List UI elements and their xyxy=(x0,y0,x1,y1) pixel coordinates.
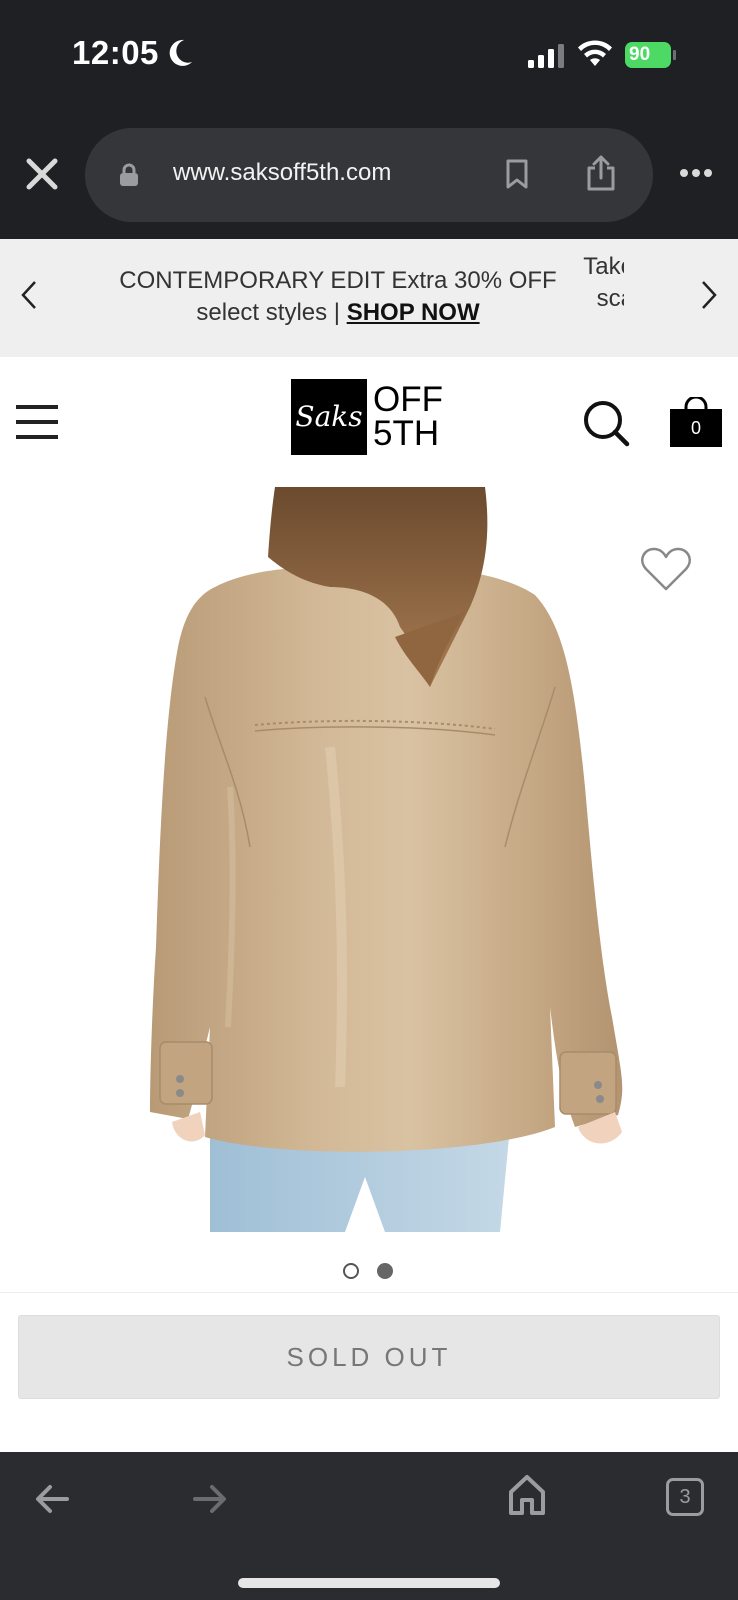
search-icon[interactable] xyxy=(582,399,630,447)
browser-address-bar: www.saksoff5th.com xyxy=(0,120,738,239)
forward-arrow-icon[interactable] xyxy=(192,1482,228,1516)
promo-line-2: select styles | SHOP NOW xyxy=(118,297,558,329)
site-header: Saks OFF 5TH 0 xyxy=(0,357,738,487)
promo-next-line-1: Take xyxy=(583,253,624,280)
product-image-carousel[interactable] xyxy=(0,487,738,1287)
shop-now-link[interactable]: SHOP NOW xyxy=(347,299,480,326)
wifi-icon xyxy=(578,40,612,66)
moon-icon xyxy=(169,39,192,66)
url-field[interactable]: www.saksoff5th.com xyxy=(85,128,653,222)
carousel-dot-1[interactable] xyxy=(343,1263,359,1279)
promo-next-message: Take sca xyxy=(564,251,624,315)
sold-out-button[interactable]: SOLD OUT xyxy=(18,1315,720,1399)
logo-wordmark: OFF 5TH xyxy=(373,380,443,453)
chevron-right-icon[interactable] xyxy=(698,279,720,311)
shopping-bag-button[interactable]: 0 xyxy=(670,397,724,449)
url-text: www.saksoff5th.com xyxy=(173,159,392,186)
status-time: 12:05 xyxy=(72,34,159,71)
more-icon[interactable] xyxy=(679,168,713,178)
promo-carousel: CONTEMPORARY EDIT Extra 30% OFF select s… xyxy=(118,239,624,357)
share-icon[interactable] xyxy=(585,154,617,192)
battery-cap xyxy=(673,50,676,60)
promo-line-2-prefix: select styles | xyxy=(196,299,347,326)
promo-banner: CONTEMPORARY EDIT Extra 30% OFF select s… xyxy=(0,239,738,357)
back-arrow-icon[interactable] xyxy=(34,1482,70,1516)
bookmark-icon[interactable] xyxy=(505,159,529,189)
purchase-area: SOLD OUT xyxy=(0,1292,738,1452)
promo-line-1: CONTEMPORARY EDIT Extra 30% OFF xyxy=(119,267,557,294)
signal-icon xyxy=(528,44,564,68)
logo-line-2: 5TH xyxy=(373,414,440,453)
heart-icon[interactable] xyxy=(640,547,692,593)
chevron-left-icon[interactable] xyxy=(18,279,40,311)
home-indicator xyxy=(238,1578,500,1588)
tabs-icon[interactable]: 3 xyxy=(666,1478,704,1516)
logo-line-1: OFF xyxy=(373,380,443,419)
hamburger-icon[interactable] xyxy=(16,404,60,440)
status-bar: 12:05 90 xyxy=(0,0,738,120)
lock-icon xyxy=(120,163,138,186)
battery-indicator: 90 xyxy=(625,42,676,68)
browser-toolbar: 3 xyxy=(0,1452,738,1600)
logo-mark: Saks xyxy=(291,379,367,455)
promo-next-line-2: sca xyxy=(596,285,624,312)
product-image xyxy=(150,487,623,1232)
home-icon[interactable] xyxy=(508,1474,546,1516)
battery-level: 90 xyxy=(625,42,671,68)
bag-count: 0 xyxy=(670,409,722,447)
close-icon[interactable] xyxy=(24,156,60,192)
carousel-dot-2[interactable] xyxy=(377,1263,393,1279)
promo-message: CONTEMPORARY EDIT Extra 30% OFF select s… xyxy=(118,265,558,329)
